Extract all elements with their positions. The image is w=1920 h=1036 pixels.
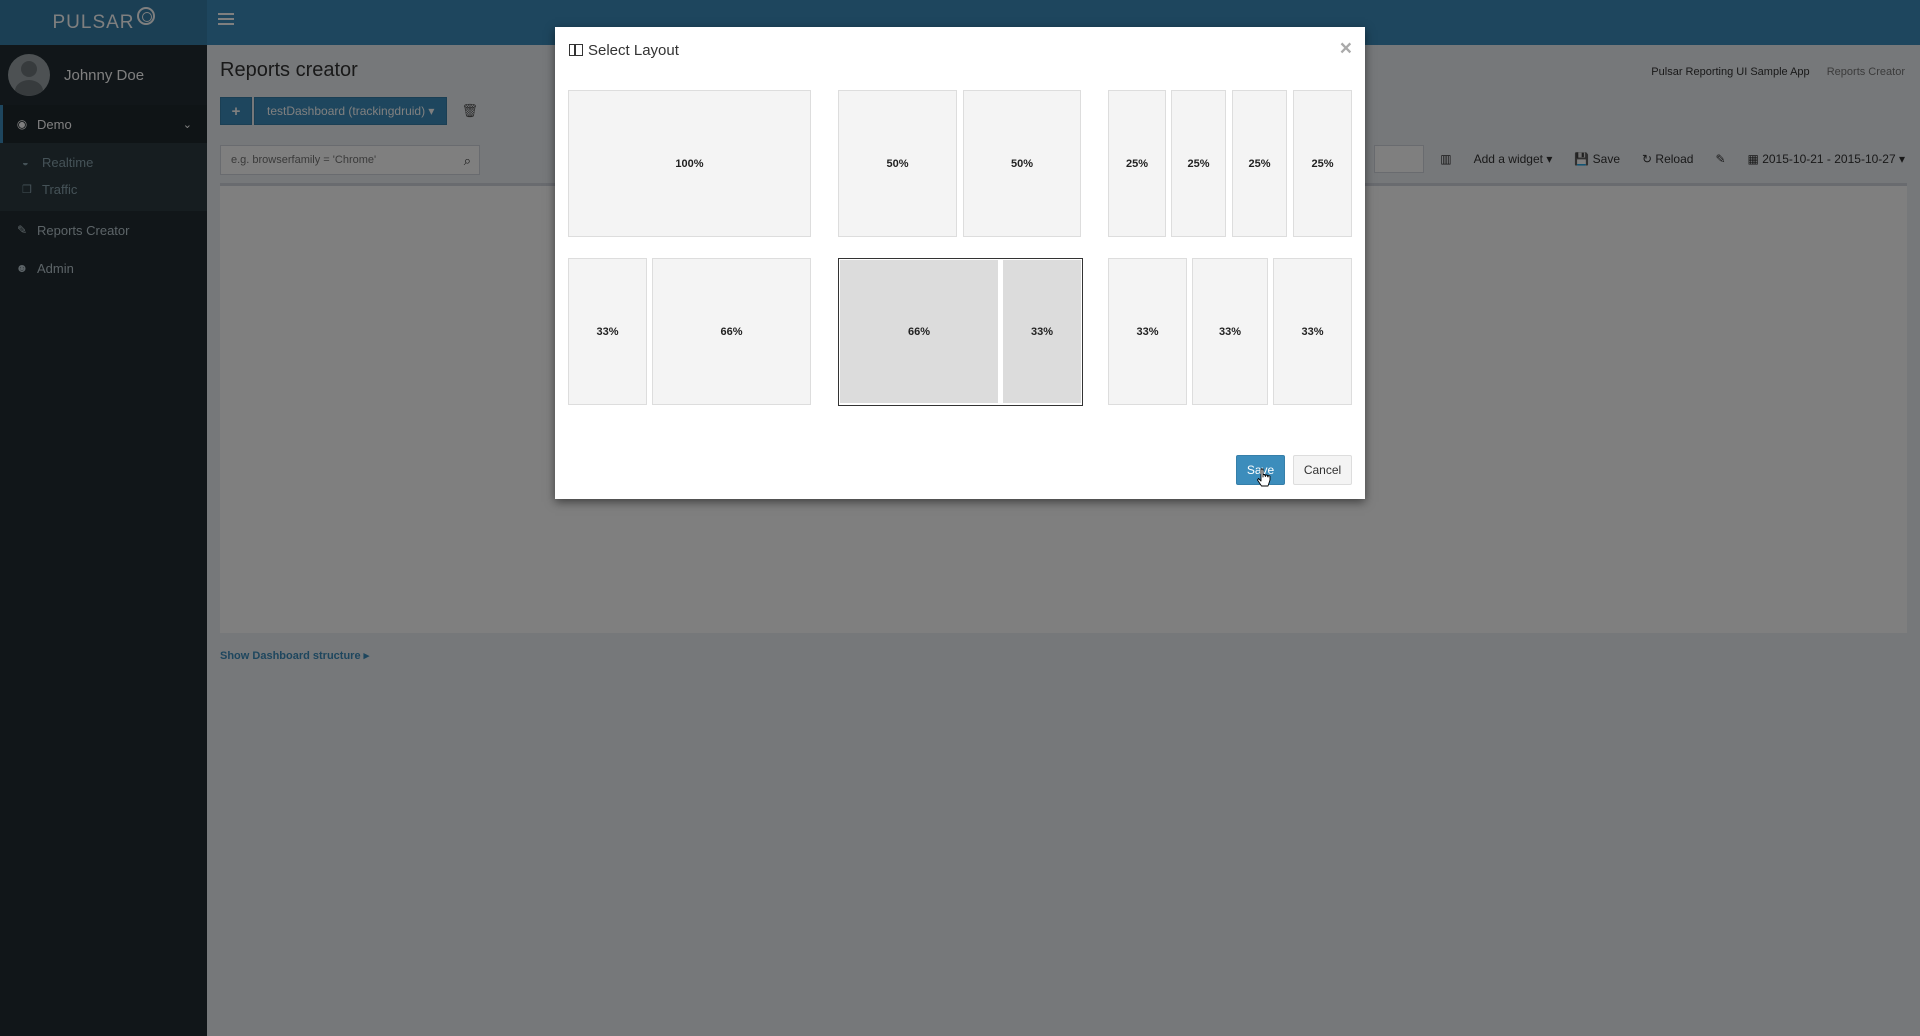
layout-column: 25% <box>1108 90 1166 237</box>
layout-option-33x3[interactable]: 33% 33% 33% <box>1108 258 1352 405</box>
layout-option-33-66[interactable]: 33% 66% <box>568 258 811 405</box>
layout-column: 66% <box>840 260 998 403</box>
layout-option-100[interactable]: 100% <box>568 90 811 237</box>
layout-column: 25% <box>1293 90 1352 237</box>
layout-option-50-50[interactable]: 50% 50% <box>838 90 1081 237</box>
layout-column: 50% <box>838 90 957 237</box>
layout-column: 33% <box>1003 260 1081 403</box>
select-layout-modal: Select Layout × 100% 50% 50% 25% 25% 25%… <box>555 27 1365 499</box>
layout-column: 33% <box>1108 258 1187 405</box>
layout-option-66-33[interactable]: 66% 33% <box>838 258 1083 406</box>
close-icon[interactable]: × <box>1340 37 1352 61</box>
layout-column: 50% <box>963 90 1081 237</box>
columns-icon <box>569 44 583 56</box>
layout-column: 66% <box>652 258 811 405</box>
mouse-pointer-icon <box>1257 468 1271 487</box>
modal-header: Select Layout <box>555 27 1365 73</box>
layout-column: 25% <box>1171 90 1226 237</box>
layout-column: 33% <box>1273 258 1352 405</box>
layout-column: 100% <box>568 90 811 237</box>
modal-title: Select Layout <box>588 41 679 59</box>
layout-column: 25% <box>1232 90 1287 237</box>
layout-column: 33% <box>568 258 647 405</box>
layout-column: 33% <box>1192 258 1268 405</box>
layout-option-25x4[interactable]: 25% 25% 25% 25% <box>1108 90 1352 237</box>
cancel-button[interactable]: Cancel <box>1293 455 1352 485</box>
